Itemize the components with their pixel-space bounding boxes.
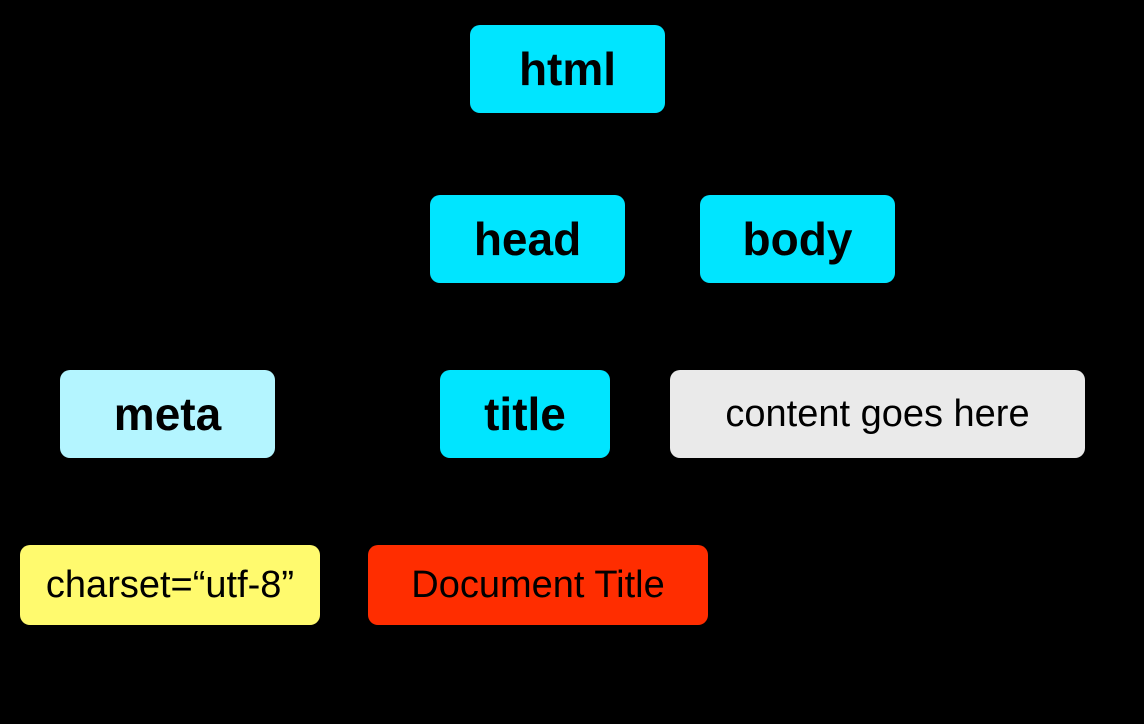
node-doctitle-label: Document Title: [411, 564, 664, 607]
node-content-label: content goes here: [725, 393, 1029, 436]
node-head: head: [430, 195, 625, 283]
node-body: body: [700, 195, 895, 283]
node-document-title-text: Document Title: [368, 545, 708, 625]
node-head-label: head: [474, 212, 581, 266]
node-title-label: title: [484, 387, 566, 441]
node-html-label: html: [519, 42, 616, 96]
node-charset-attribute: charset=“utf-8”: [20, 545, 320, 625]
node-meta: meta: [60, 370, 275, 458]
node-title: title: [440, 370, 610, 458]
node-html: html: [470, 25, 665, 113]
node-body-label: body: [743, 212, 853, 266]
node-content-placeholder: content goes here: [670, 370, 1085, 458]
node-meta-label: meta: [114, 387, 221, 441]
node-charset-label: charset=“utf-8”: [46, 564, 294, 607]
